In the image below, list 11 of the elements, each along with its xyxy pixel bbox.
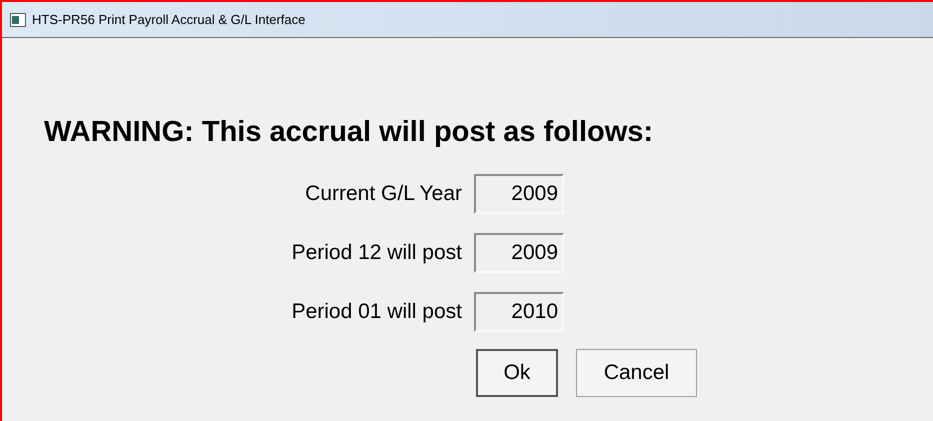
warning-heading: WARNING: This accrual will post as follows:	[44, 118, 654, 147]
window-icon	[10, 12, 26, 26]
value-field[interactable]: 2009	[474, 233, 564, 273]
window-title: HTS-PR56 Print Payroll Accrual & G/L Interface	[32, 10, 306, 29]
value-field[interactable]: 2010	[474, 292, 564, 332]
cancel-button[interactable]: Cancel	[576, 349, 697, 397]
ok-button[interactable]: Ok	[476, 349, 558, 397]
value-field[interactable]: 2009	[474, 174, 564, 214]
field-label: Period 01 will post	[290, 299, 462, 326]
field-label: Period 12 will post	[290, 240, 462, 266]
field-label: Current G/L Year	[304, 181, 462, 208]
